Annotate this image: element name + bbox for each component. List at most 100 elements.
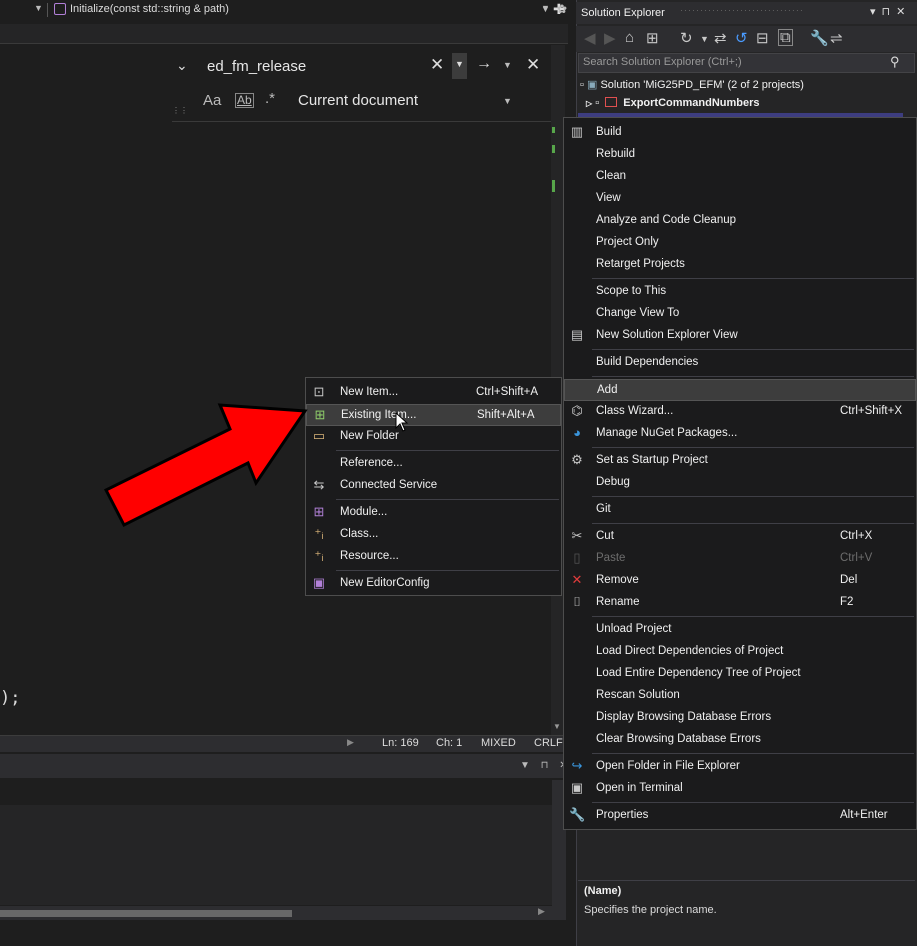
- menu-item-analyze[interactable]: Analyze and Code Cleanup: [564, 210, 916, 232]
- chevron-down-icon[interactable]: ▼: [503, 96, 512, 106]
- menu-item-rename[interactable]: ⌷ Rename F2: [564, 592, 916, 614]
- find-expand-chevron-icon[interactable]: ⌄: [176, 57, 188, 74]
- menu-separator: [336, 570, 559, 571]
- submenu-item-connected-service[interactable]: ⇆ Connected Service: [306, 475, 561, 497]
- member-dropdown[interactable]: Initialize(const std::string & path): [70, 3, 229, 15]
- menu-item-change-view[interactable]: Change View To: [564, 303, 916, 325]
- match-case-toggle[interactable]: Aa: [203, 92, 221, 109]
- menu-item-build[interactable]: ▥ Build: [564, 122, 916, 144]
- search-icon[interactable]: ⚲: [890, 54, 900, 70]
- remove-x-icon: ✕: [571, 572, 583, 587]
- wrench-icon[interactable]: 🔧: [810, 29, 829, 47]
- submenu-item-new-item[interactable]: ⊡ New Item... Ctrl+Shift+A: [306, 382, 561, 404]
- change-marker: [552, 127, 555, 133]
- menu-item-load-tree[interactable]: Load Entire Dependency Tree of Project: [564, 663, 916, 685]
- expand-arrow-icon[interactable]: ▷: [586, 99, 592, 108]
- tree-item-solution[interactable]: ▫ ▣ Solution 'MiG25PD_EFM' (2 of 2 proje…: [580, 78, 804, 91]
- column-indicator[interactable]: Ch: 1: [436, 737, 462, 749]
- settings-gear-icon[interactable]: ✿: [557, 2, 567, 16]
- menu-item-clean[interactable]: Clean: [564, 166, 916, 188]
- submenu-item-reference[interactable]: Reference...: [306, 453, 561, 475]
- output-panel-content[interactable]: [0, 805, 552, 905]
- menu-item-remove[interactable]: ✕ Remove Del: [564, 570, 916, 592]
- search-placeholder: Search Solution Explorer (Ctrl+;): [583, 56, 742, 68]
- submenu-item-new-editorconfig[interactable]: ▣ New EditorConfig: [306, 573, 561, 595]
- back-icon[interactable]: ◀: [584, 29, 596, 47]
- solution-icon: ▣: [586, 79, 598, 91]
- menu-item-project-only[interactable]: Project Only: [564, 232, 916, 254]
- preview-icon[interactable]: ⇌: [830, 29, 843, 47]
- menu-item-new-se-view[interactable]: ▤ New Solution Explorer View: [564, 325, 916, 347]
- find-options-dropdown-icon[interactable]: ▼: [503, 60, 512, 70]
- tabs-spaces-indicator[interactable]: MIXED: [481, 737, 516, 749]
- code-line[interactable]: );: [0, 688, 20, 708]
- menu-item-view[interactable]: View: [564, 188, 916, 210]
- refresh-icon[interactable]: ↺: [735, 29, 748, 47]
- menu-separator: [592, 349, 914, 350]
- menu-item-paste[interactable]: ▯ Paste Ctrl+V: [564, 548, 916, 570]
- menu-item-build-deps[interactable]: Build Dependencies: [564, 352, 916, 374]
- menu-item-set-startup[interactable]: ⚙ Set as Startup Project: [564, 450, 916, 472]
- submenu-item-resource[interactable]: ⁺ᵢ Resource...: [306, 546, 561, 568]
- lock-icon: ▫: [580, 79, 584, 91]
- menu-item-load-direct[interactable]: Load Direct Dependencies of Project: [564, 641, 916, 663]
- scroll-right-arrow-icon[interactable]: ▶: [347, 737, 354, 748]
- switch-views-icon[interactable]: ⊞: [646, 29, 659, 47]
- menu-item-open-folder[interactable]: ↪ Open Folder in File Explorer: [564, 756, 916, 778]
- panel-title: Solution Explorer: [581, 7, 665, 19]
- menu-item-open-terminal[interactable]: ▣ Open in Terminal: [564, 778, 916, 800]
- menu-item-git[interactable]: Git: [564, 499, 916, 521]
- close-find-button[interactable]: ✕: [526, 55, 540, 75]
- clipboard-icon: ▯: [573, 550, 581, 565]
- clear-search-button[interactable]: ✕: [430, 55, 444, 75]
- editorconfig-icon: ▣: [312, 575, 326, 590]
- resize-grip-icon[interactable]: ⋮⋮: [172, 106, 188, 115]
- find-input[interactable]: ed_fm_release: [207, 58, 306, 75]
- window-dropdown-icon[interactable]: ▼: [541, 4, 550, 14]
- menu-item-properties[interactable]: 🔧 Properties Alt+Enter: [564, 805, 916, 827]
- find-next-button[interactable]: →: [476, 55, 492, 73]
- menu-item-nuget[interactable]: ◕ Manage NuGet Packages...: [564, 423, 916, 445]
- submenu-item-new-folder[interactable]: ▭ New Folder: [306, 426, 561, 448]
- collapse-all-icon[interactable]: ⊟: [756, 29, 769, 47]
- menu-item-add[interactable]: Add: [564, 379, 916, 401]
- menu-separator: [592, 523, 914, 524]
- menu-separator: [592, 802, 914, 803]
- submenu-item-module[interactable]: ⊞ Module...: [306, 502, 561, 524]
- menu-item-rebuild[interactable]: Rebuild: [564, 144, 916, 166]
- drag-grip[interactable]: ·······························: [680, 5, 804, 15]
- menu-item-rescan[interactable]: Rescan Solution: [564, 685, 916, 707]
- pending-changes-filter-icon[interactable]: ↻: [680, 29, 693, 47]
- lock-icon: ▫: [595, 97, 600, 109]
- menu-item-unload[interactable]: Unload Project: [564, 619, 916, 641]
- show-all-files-icon[interactable]: ⧉: [778, 29, 793, 46]
- submenu-item-existing-item[interactable]: ⊞ Existing Item... Shift+Alt+A: [306, 404, 561, 426]
- chevron-down-icon[interactable]: ▼: [700, 34, 709, 44]
- menu-item-retarget[interactable]: Retarget Projects: [564, 254, 916, 276]
- menu-item-clear-errors[interactable]: Clear Browsing Database Errors: [564, 729, 916, 751]
- menu-item-display-errors[interactable]: Display Browsing Database Errors: [564, 707, 916, 729]
- chevron-down-icon: ▼: [455, 59, 464, 69]
- divider: [47, 3, 48, 17]
- panel-window-controls[interactable]: ▾⊓✕: [870, 5, 911, 18]
- menu-item-debug[interactable]: Debug: [564, 472, 916, 494]
- menu-item-cut[interactable]: ✂ Cut Ctrl+X: [564, 526, 916, 548]
- line-ending-indicator[interactable]: CRLF: [534, 737, 563, 749]
- menu-separator: [336, 499, 559, 500]
- forward-icon[interactable]: ▶: [604, 29, 616, 47]
- menu-item-class-wizard[interactable]: ⌬ Class Wizard... Ctrl+Shift+X: [564, 401, 916, 423]
- scrollbar-thumb[interactable]: [0, 910, 292, 917]
- project-context-menu: ▥ Build Rebuild Clean View Analyze and Co…: [563, 117, 917, 830]
- home-icon[interactable]: ⌂: [625, 29, 634, 46]
- tree-item-project[interactable]: ▷ ▫ ExportCommandNumbers: [586, 97, 760, 109]
- submenu-item-class[interactable]: ⁺ᵢ Class...: [306, 524, 561, 546]
- whole-word-toggle[interactable]: Ab: [235, 93, 254, 108]
- regex-toggle[interactable]: .*: [265, 90, 275, 107]
- scroll-right-arrow-icon[interactable]: ▶: [538, 906, 545, 917]
- sync-icon[interactable]: ⇄: [714, 29, 727, 47]
- line-indicator[interactable]: Ln: 169: [382, 737, 419, 749]
- search-scope-dropdown[interactable]: Current document: [298, 92, 418, 109]
- chevron-down-icon[interactable]: ▼: [34, 3, 43, 13]
- scroll-down-arrow-icon[interactable]: ▼: [553, 722, 561, 731]
- menu-item-scope[interactable]: Scope to This: [564, 281, 916, 303]
